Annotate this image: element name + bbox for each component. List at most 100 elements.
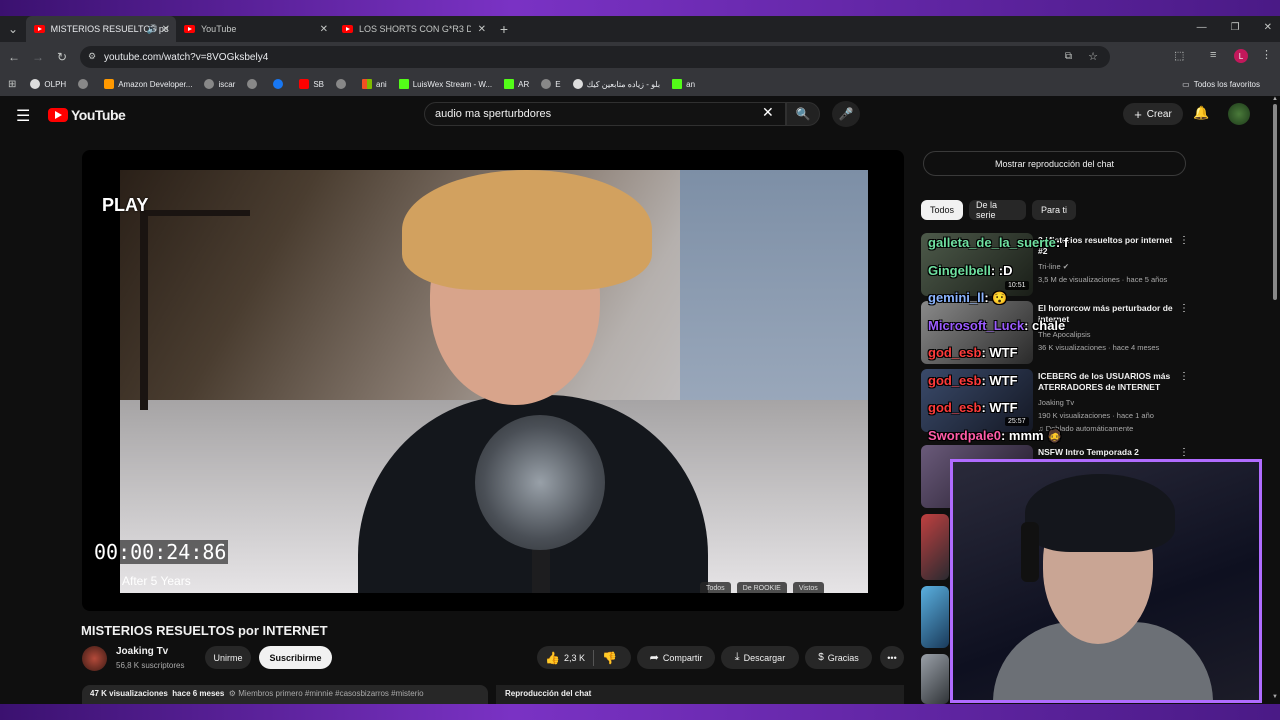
thanks-button[interactable]: $ Gracias xyxy=(805,646,872,669)
recommendation-menu-icon[interactable]: ⋮ xyxy=(1179,235,1189,246)
new-tab-icon[interactable]: + xyxy=(492,21,516,37)
recommendation-meta: 190 K visualizaciones · hace 1 año xyxy=(1038,411,1154,420)
join-button[interactable]: Unirme xyxy=(205,646,251,669)
recommendation-menu-icon[interactable]: ⋮ xyxy=(1179,371,1189,382)
description-box[interactable]: 47 K visualizaciones hace 6 meses ⚙ Miem… xyxy=(82,685,488,704)
bookmark-item[interactable]: OLPH xyxy=(30,79,66,89)
video-shelf xyxy=(140,210,250,410)
bookmark-item[interactable] xyxy=(273,79,287,89)
back-icon[interactable]: ← xyxy=(2,50,26,64)
close-tab-icon[interactable]: ✕ xyxy=(478,24,486,35)
minimize-icon[interactable]: — xyxy=(1197,22,1207,33)
youtube-logo-icon xyxy=(48,108,68,122)
bookmark-item[interactable] xyxy=(336,79,350,89)
recommendation-thumbnail[interactable] xyxy=(921,514,949,580)
extensions-icon[interactable]: ⬚ xyxy=(1174,49,1184,62)
chat-replay-header[interactable]: Reproducción del chat xyxy=(496,685,904,704)
share-button[interactable]: ➦ Compartir xyxy=(637,646,715,669)
tab-misterios[interactable]: MISTERIOS RESUELTOS por 🔊 ✕ xyxy=(26,16,176,42)
all-bookmarks[interactable]: ▭ Todos los favoritos xyxy=(1182,80,1260,89)
install-icon[interactable]: ⧉ xyxy=(1065,51,1072,62)
bookmark-item[interactable]: ani xyxy=(362,79,387,89)
stream-frame-top xyxy=(0,0,1280,16)
chip-para-ti[interactable]: Para ti xyxy=(1032,200,1076,220)
close-tab-icon[interactable]: ✕ xyxy=(320,24,328,35)
bookmark-item[interactable]: SB xyxy=(299,79,324,89)
like-button[interactable]: 👍 2,3 K xyxy=(545,651,585,665)
recommendation-meta: 3,5 M de visualizaciones · hace 5 años xyxy=(1038,275,1168,284)
close-tab-icon[interactable]: ✕ xyxy=(162,24,170,35)
youtube-favicon-icon xyxy=(184,25,195,33)
bookmark-item[interactable] xyxy=(78,79,92,89)
scrollbar-thumb[interactable] xyxy=(1273,104,1277,300)
close-window-icon[interactable]: ✕ xyxy=(1264,22,1272,33)
video-overlay-chips: Todos De ROOKIE Vistos xyxy=(700,582,824,593)
recommendation-title[interactable]: NSFW Intro Temporada 2 xyxy=(1038,447,1178,458)
video-player[interactable]: Todos De ROOKIE Vistos PLAY 00:00:24:86 … xyxy=(82,150,904,611)
recommendation-thumbnail[interactable] xyxy=(921,654,949,704)
profile-avatar[interactable]: L xyxy=(1234,49,1248,63)
recommendation-channel[interactable]: Tri-line ✔ xyxy=(1038,262,1069,271)
account-avatar[interactable] xyxy=(1228,103,1250,125)
speaker-icon[interactable]: 🔊 xyxy=(147,24,158,35)
bookmark-item[interactable]: E xyxy=(541,79,561,89)
bookmark-item[interactable]: AR xyxy=(504,79,529,89)
tab-shorts[interactable]: LOS SHORTS CON G*R3 DE YO ✕ xyxy=(334,16,492,42)
bookmark-item[interactable]: an xyxy=(672,79,695,89)
hamburger-menu-icon[interactable]: ☰ xyxy=(16,106,30,126)
download-button[interactable]: ⤓ Descargar xyxy=(721,646,799,669)
video-mic-stand xyxy=(532,545,550,593)
create-button[interactable]: + Crear xyxy=(1123,103,1183,125)
microsoft-icon xyxy=(362,79,373,89)
thanks-icon: $ xyxy=(818,652,824,663)
show-chat-replay-button[interactable]: Mostrar reproducción del chat xyxy=(923,151,1186,176)
bookmark-item[interactable]: LuisWex Stream - W... xyxy=(398,79,492,89)
site-info-icon[interactable]: ⚙ xyxy=(88,51,96,62)
tab-search-icon[interactable]: ⌄ xyxy=(0,22,26,36)
kick-icon xyxy=(398,79,409,89)
bookmark-item[interactable]: Amazon Developer... xyxy=(104,79,192,89)
channel-name[interactable]: Joaking Tv xyxy=(116,646,168,657)
more-actions-button[interactable]: ••• xyxy=(880,646,904,669)
bookmark-star-icon[interactable]: ☆ xyxy=(1088,50,1098,63)
recommendation-title[interactable]: ICEBERG de los USUARIOS más ATERRADORES … xyxy=(1038,371,1178,393)
voice-search-button[interactable]: 🎤 xyxy=(832,101,860,127)
forward-icon[interactable]: → xyxy=(26,50,50,64)
youtube-logo[interactable]: YouTube xyxy=(48,107,126,123)
kick-icon xyxy=(672,79,683,89)
plus-icon: + xyxy=(1134,106,1142,122)
dislike-button[interactable]: 👎 xyxy=(602,651,617,665)
recommendation-menu-icon[interactable]: ⋮ xyxy=(1179,303,1189,314)
notifications-bell-icon[interactable]: 🔔 xyxy=(1193,105,1209,121)
subscribe-button[interactable]: Suscribirme xyxy=(259,646,332,669)
search-input[interactable]: audio ma sperturbdores xyxy=(424,102,786,126)
recommendation-channel[interactable]: Joaking Tv xyxy=(1038,398,1074,407)
video-person-hair xyxy=(402,170,652,290)
globe-icon xyxy=(572,79,583,89)
reload-icon[interactable]: ↻ xyxy=(50,50,74,64)
chip-de-la-serie[interactable]: De la serie xyxy=(969,200,1026,220)
search-button[interactable]: 🔍 xyxy=(786,102,820,126)
tab-youtube[interactable]: YouTube ✕ xyxy=(176,16,334,42)
page-scrollbar[interactable]: ▲ ▼ xyxy=(1270,96,1280,704)
bookmark-item[interactable]: iscar xyxy=(204,79,235,89)
clear-search-icon[interactable]: ✕ xyxy=(762,104,774,121)
webcam-overlay xyxy=(950,459,1262,703)
bookmark-item[interactable]: بلو - زياده متابعين كيك xyxy=(572,79,660,89)
maximize-icon[interactable]: ❐ xyxy=(1231,22,1240,33)
recommendation-menu-icon[interactable]: ⋮ xyxy=(1179,447,1189,458)
folder-icon: ▭ xyxy=(1182,79,1190,89)
menu-dots-icon[interactable]: ⋮ xyxy=(1261,48,1272,61)
channel-avatar[interactable] xyxy=(82,646,107,671)
bookmark-item[interactable] xyxy=(247,79,261,89)
scroll-up-icon[interactable]: ▲ xyxy=(1272,96,1278,102)
globe-icon xyxy=(541,79,552,89)
url-bar[interactable]: ⚙ youtube.com/watch?v=8VOGksbely4 ⧉ ☆ xyxy=(80,46,1110,68)
video-frame[interactable]: Todos De ROOKIE Vistos xyxy=(120,170,868,593)
scroll-down-icon[interactable]: ▼ xyxy=(1272,694,1278,700)
recommendation-thumbnail[interactable] xyxy=(921,586,949,648)
media-icon[interactable]: ≡ xyxy=(1210,49,1216,61)
apps-grid-icon[interactable]: ⊞ xyxy=(8,79,16,90)
kick-icon xyxy=(504,79,515,89)
chip-todos[interactable]: Todos xyxy=(921,200,963,220)
